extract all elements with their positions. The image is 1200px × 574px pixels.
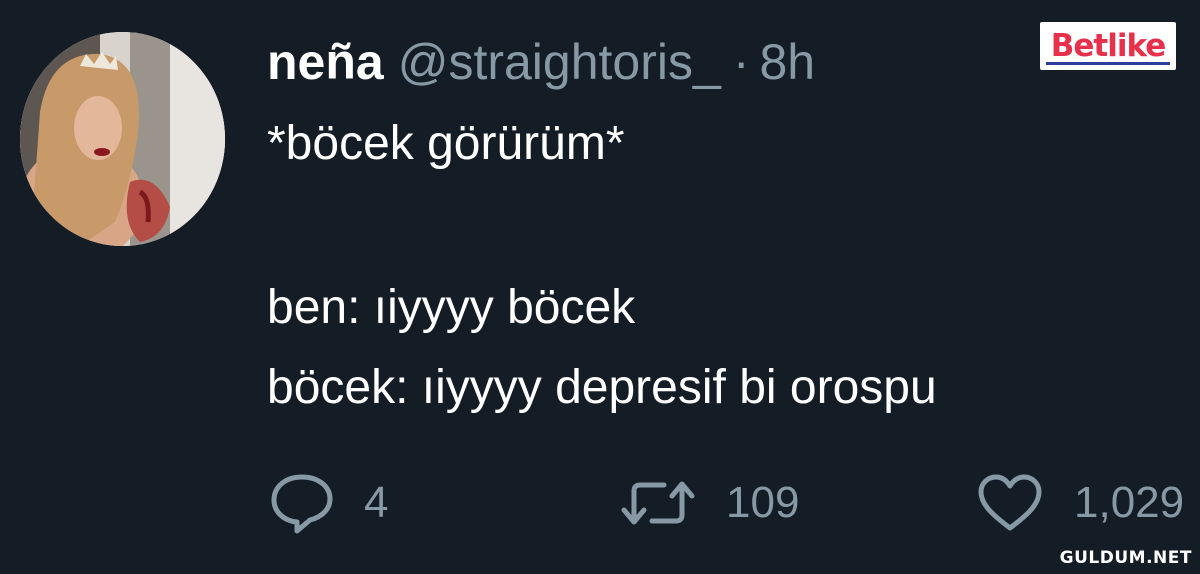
heart-icon	[976, 473, 1044, 533]
logo-underline	[1046, 62, 1170, 65]
avatar-image	[20, 32, 225, 246]
tweet-header: neña @straightoris_ · 8h	[267, 30, 815, 94]
tweet: neña @straightoris_ · 8h *böcek görürüm* be…	[0, 0, 1200, 574]
watermark: GULDUM.NET	[1059, 548, 1192, 568]
tweet-text-line: ben: ıiyyyy böcek	[267, 281, 636, 334]
like-button[interactable]: 1,029	[976, 470, 1184, 536]
retweet-button[interactable]: 109	[620, 470, 799, 536]
tweet-timestamp[interactable]: 8h	[759, 34, 815, 90]
like-count: 1,029	[1074, 478, 1185, 527]
tweet-text-line: *böcek görürüm*	[267, 117, 625, 170]
betlike-logo: Betlike	[1040, 22, 1176, 70]
tweet-text-line: böcek: ıiyyyy depresif bi orospu	[267, 361, 937, 414]
separator-dot: ·	[732, 34, 750, 90]
retweet-count: 109	[726, 478, 800, 527]
author-name[interactable]: neña	[267, 34, 384, 90]
avatar[interactable]	[20, 32, 225, 246]
reply-count: 4	[364, 478, 389, 527]
retweet-icon	[620, 477, 696, 529]
author-handle[interactable]: @straightoris_	[398, 34, 721, 90]
reply-icon	[270, 472, 334, 534]
reply-button[interactable]: 4	[270, 470, 388, 536]
